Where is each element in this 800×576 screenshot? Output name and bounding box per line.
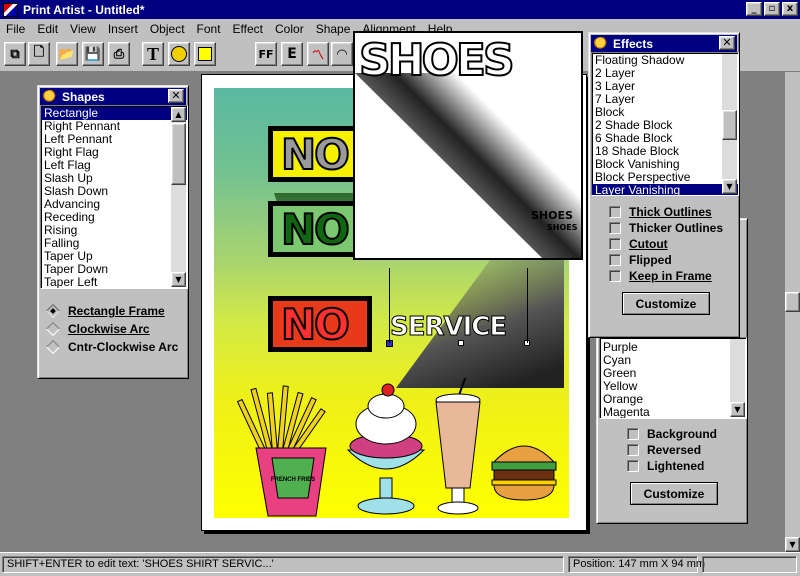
maximize-button[interactable]: ▫ xyxy=(764,2,780,16)
shapes-list[interactable]: Rectangle Right Pennant Left Pennant Right … xyxy=(40,105,188,289)
effects-scroll-thumb[interactable] xyxy=(722,110,737,140)
shape-item-taper-left[interactable]: Taper Left xyxy=(41,276,187,289)
fries-label: FRENCH FRIES xyxy=(271,477,315,483)
scroll-down-arrow-icon[interactable]: ▼ xyxy=(722,179,737,194)
menu-view[interactable]: View xyxy=(64,22,102,36)
reversed-checkbox[interactable]: Reversed xyxy=(627,443,701,457)
status-bar: SHIFT+ENTER to edit text: 'SHOES SHIRT S… xyxy=(0,552,800,576)
keep-in-frame-checkbox[interactable]: Keep in Frame xyxy=(609,269,712,283)
selection-handle-mid[interactable] xyxy=(458,340,464,346)
close-button[interactable]: x xyxy=(782,2,798,16)
scroll-up-arrow-icon[interactable]: ▲ xyxy=(171,107,186,122)
no-service-sign[interactable]: NO xyxy=(270,298,370,350)
edit-tool-icon[interactable]: E xyxy=(281,42,303,66)
shape-curve-icon[interactable]: ◠ xyxy=(331,42,353,66)
shapes-panel: Shapes ✕ Rectangle Right Pennant Left Penn… xyxy=(37,85,189,379)
menu-file[interactable]: File xyxy=(0,22,31,36)
ice-cream-sundae-icon xyxy=(346,383,426,515)
font-tool-icon[interactable]: FF xyxy=(255,42,277,66)
effects-customize-button[interactable]: Customize xyxy=(622,292,710,315)
status-hint: SHIFT+ENTER to edit text: 'SHOES SHIRT S… xyxy=(2,556,564,573)
shapes-list-scrollbar[interactable]: ▲ ▼ xyxy=(171,107,186,287)
thick-outlines-checkbox[interactable]: Thick Outlines xyxy=(609,205,712,219)
scroll-down-arrow-icon[interactable]: ▼ xyxy=(785,537,800,552)
cutout-checkbox[interactable]: Cutout xyxy=(609,237,668,251)
app-title: Print Artist - Untitled* xyxy=(23,2,145,17)
status-position: Position: 147 mm X 94 mm xyxy=(568,556,705,573)
menu-effect[interactable]: Effect xyxy=(227,22,269,36)
effects-panel: Effects ✕ Floating Shadow 2 Layer 3 Layer 7… xyxy=(588,32,740,338)
scroll-down-arrow-icon[interactable]: ▼ xyxy=(171,272,186,287)
line-chart-icon[interactable]: 〽 xyxy=(307,42,329,66)
effects-list-scrollbar[interactable]: ▼ xyxy=(722,54,737,194)
status-extra xyxy=(702,556,797,573)
french-fries-icon: FRENCH FRIES xyxy=(236,385,327,517)
menu-color[interactable]: Color xyxy=(269,22,310,36)
preview-shoes-tiny: SHOES xyxy=(547,223,578,232)
text-tool-icon[interactable]: T xyxy=(142,42,164,66)
menu-font[interactable]: Font xyxy=(191,22,227,36)
shapes-panel-title: Shapes xyxy=(62,89,105,104)
milkshake-icon xyxy=(435,378,481,515)
effects-panel-titlebar[interactable]: Effects ✕ xyxy=(591,35,737,52)
thicker-outlines-checkbox[interactable]: Thicker Outlines xyxy=(609,221,723,235)
color-item-magenta[interactable]: Magenta xyxy=(600,406,746,419)
radio-clockwise-arc[interactable]: Clockwise Arc xyxy=(45,321,150,337)
effects-panel-title: Effects xyxy=(613,36,654,51)
save-icon[interactable]: 💾 xyxy=(82,42,104,66)
background-checkbox[interactable]: Background xyxy=(627,427,717,441)
colors-list-scrollbar[interactable]: ▼ xyxy=(730,339,745,417)
selection-frame-line xyxy=(389,268,390,343)
food-clipart[interactable]: FRENCH FRIES xyxy=(236,378,566,518)
radio-cntr-clockwise-arc[interactable]: Cntr-Clockwise Arc xyxy=(45,339,178,355)
palette-icon xyxy=(593,36,609,51)
lightened-checkbox[interactable]: Lightened xyxy=(627,459,704,473)
minimize-button[interactable]: _ xyxy=(746,2,762,16)
menu-edit[interactable]: Edit xyxy=(31,22,64,36)
main-vertical-scrollbar[interactable]: ▼ xyxy=(785,72,800,552)
print-icon[interactable]: ⎙ xyxy=(108,42,130,66)
print-artist-icon xyxy=(3,2,18,17)
effects-list[interactable]: Floating Shadow 2 Layer 3 Layer 7 Layer Bloc… xyxy=(591,52,739,196)
radio-unselected-icon xyxy=(45,321,61,337)
palette-icon xyxy=(42,89,58,104)
menu-shape[interactable]: Shape xyxy=(310,22,357,36)
menu-object[interactable]: Object xyxy=(144,22,191,36)
radio-selected-icon xyxy=(45,303,61,319)
preview-shoes-text: SHOES xyxy=(358,34,516,87)
clipart-face-icon[interactable] xyxy=(168,42,190,66)
shape-tool-icon[interactable] xyxy=(194,42,216,66)
colors-list[interactable]: Purple Cyan Green Yellow Orange Magenta ▼ xyxy=(599,337,747,419)
radio-rectangle-frame[interactable]: Rectangle Frame xyxy=(45,303,165,319)
selection-frame-line xyxy=(527,268,528,343)
effect-item-layer-vanishing[interactable]: Layer Vanishing xyxy=(592,184,738,195)
preview-shoes-small: SHOES xyxy=(531,209,573,222)
colors-customize-button[interactable]: Customize xyxy=(630,482,718,505)
open-folder-icon[interactable]: 📂 xyxy=(56,42,78,66)
new-document-icon[interactable]: 🗋 xyxy=(28,42,50,66)
menu-insert[interactable]: Insert xyxy=(102,22,144,36)
effect-preview: SHOES SHOES SHOES xyxy=(353,31,583,260)
radio-unselected-icon xyxy=(45,339,61,355)
effects-panel-close-icon[interactable]: ✕ xyxy=(719,36,735,50)
app-title-bar: Print Artist - Untitled* _ ▫ x xyxy=(0,0,800,19)
hamburger-icon xyxy=(491,445,557,501)
shapes-scroll-thumb[interactable] xyxy=(171,123,186,185)
scroll-down-arrow-icon[interactable]: ▼ xyxy=(730,402,745,417)
service-text[interactable]: SERVICE xyxy=(389,312,507,343)
flipped-checkbox[interactable]: Flipped xyxy=(609,253,672,267)
copy-icon[interactable]: ⧉ xyxy=(4,42,26,66)
main-scroll-thumb[interactable] xyxy=(785,292,800,312)
shapes-panel-close-icon[interactable]: ✕ xyxy=(168,89,184,103)
shapes-panel-titlebar[interactable]: Shapes ✕ xyxy=(40,88,186,105)
